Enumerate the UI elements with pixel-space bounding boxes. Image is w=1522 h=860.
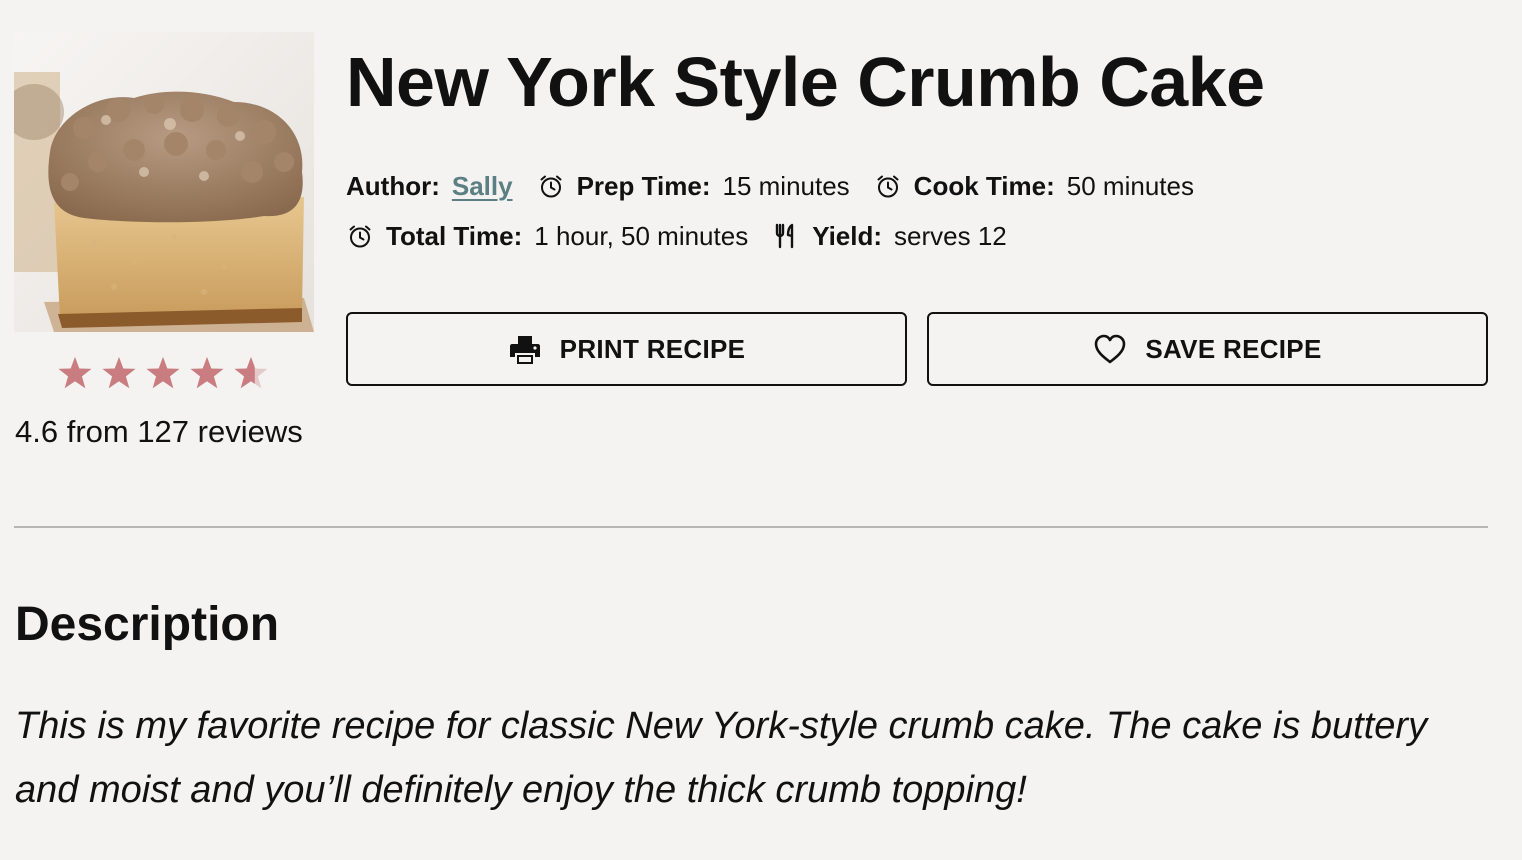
star-icon[interactable] xyxy=(100,352,138,394)
description-heading: Description xyxy=(15,598,280,651)
description-text: This is my favorite recipe for classic N… xyxy=(15,705,1428,811)
star-icon[interactable] xyxy=(144,352,182,394)
star-icon[interactable] xyxy=(232,352,270,394)
print-recipe-label: PRINT RECIPE xyxy=(559,333,746,364)
prep-time-label: Prep Time: xyxy=(576,170,711,201)
yield-label: Yield: xyxy=(812,220,883,251)
prep-time-meta: Prep Time: 15 minutes xyxy=(537,171,850,202)
printer-icon xyxy=(508,332,542,366)
star-icon[interactable] xyxy=(56,352,94,394)
total-time-label: Total Time: xyxy=(386,220,523,251)
print-recipe-button[interactable]: PRINT RECIPE xyxy=(346,312,907,386)
recipe-meta-row-1: Author: Sally Prep Time: 15 minutes Cook… xyxy=(346,166,1218,206)
alarm-clock-icon xyxy=(537,172,565,200)
heart-icon xyxy=(1093,332,1127,366)
total-time-value: 1 hour, 50 minutes xyxy=(534,220,749,251)
author-label: Author: xyxy=(346,170,440,201)
author-link[interactable]: Sally xyxy=(452,171,513,202)
save-recipe-label: SAVE RECIPE xyxy=(1145,333,1322,364)
recipe-image xyxy=(14,32,314,332)
section-divider xyxy=(14,526,1488,528)
save-recipe-button[interactable]: SAVE RECIPE xyxy=(927,312,1488,386)
star-icon[interactable] xyxy=(188,352,226,394)
rating-stars[interactable] xyxy=(56,352,276,394)
prep-time-value: 15 minutes xyxy=(722,170,850,201)
yield-value: serves 12 xyxy=(894,220,1007,251)
author-meta: Author: Sally xyxy=(346,171,513,202)
cook-time-label: Cook Time: xyxy=(913,170,1055,201)
total-time-meta: Total Time: 1 hour, 50 minutes xyxy=(346,221,748,252)
cook-time-value: 50 minutes xyxy=(1066,170,1194,201)
yield-meta: Yield: serves 12 xyxy=(772,221,1007,252)
cook-time-meta: Cook Time: 50 minutes xyxy=(874,171,1194,202)
fork-knife-icon xyxy=(772,222,800,250)
recipe-title: New York Style Crumb Cake xyxy=(346,43,1265,121)
alarm-clock-icon xyxy=(874,172,902,200)
recipe-meta-row-2: Total Time: 1 hour, 50 minutes Yield: se… xyxy=(346,216,1031,256)
rating-summary: 4.6 from 127 reviews xyxy=(15,414,303,449)
alarm-clock-icon xyxy=(346,222,374,250)
